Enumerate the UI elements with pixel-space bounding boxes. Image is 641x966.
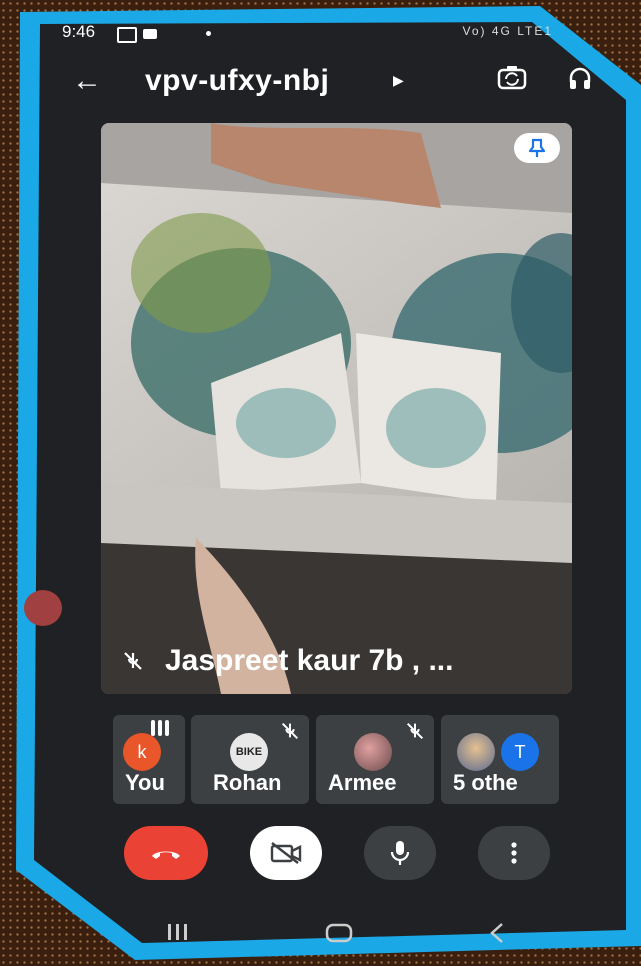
dot-icon: [206, 31, 211, 36]
side-panel-handle[interactable]: [24, 590, 62, 626]
mic-off-icon: [406, 722, 424, 740]
home-icon[interactable]: [325, 922, 353, 944]
avatar: [354, 733, 392, 771]
mic-off-icon: [281, 722, 299, 740]
avatar: k: [123, 733, 161, 771]
participant-tile-others[interactable]: T 5 othe: [441, 715, 559, 804]
speaking-indicator-icon: [151, 720, 169, 736]
end-call-icon: [152, 851, 180, 859]
video-frame: [101, 123, 572, 694]
headphones-icon[interactable]: [568, 64, 592, 92]
avatar: BIKE: [230, 733, 268, 771]
mic-off-icon: [124, 652, 142, 670]
status-indicators: Vo) 4G LTE1: [462, 24, 553, 38]
back-arrow-icon[interactable]: ←: [72, 64, 102, 98]
mic-button[interactable]: [364, 826, 436, 880]
gallery-icon: [117, 27, 137, 43]
avatar: [457, 733, 495, 771]
camera-toggle-button[interactable]: [250, 826, 322, 880]
mic-icon: [390, 841, 410, 865]
participant-tile-armee[interactable]: Armee: [316, 715, 434, 804]
avatar: T: [501, 733, 539, 771]
participant-tile-you[interactable]: k You: [113, 715, 185, 804]
meeting-code[interactable]: vpv-ufxy-nbj: [145, 64, 329, 98]
more-options-button[interactable]: [478, 826, 550, 880]
participant-label: Armee: [328, 770, 397, 795]
participant-name: Jaspreet kaur 7b , ...: [165, 644, 454, 677]
video-notification-icon: [143, 29, 157, 39]
pin-icon: [528, 138, 546, 157]
more-vert-icon: [511, 842, 517, 864]
recent-apps-icon[interactable]: [166, 922, 190, 942]
participant-tile-rohan[interactable]: BIKE Rohan: [191, 715, 309, 804]
camera-off-icon: [270, 842, 302, 864]
pin-button[interactable]: [514, 133, 560, 163]
participant-label: 5 othe: [453, 770, 518, 795]
main-video-tile[interactable]: Jaspreet kaur 7b , ...: [101, 123, 572, 694]
back-nav-icon[interactable]: [488, 922, 506, 944]
status-time: 9:46: [62, 22, 96, 41]
participant-name-row: Jaspreet kaur 7b , ...: [121, 644, 453, 678]
end-call-button[interactable]: [124, 826, 208, 880]
participant-label: Rohan: [213, 770, 282, 795]
participant-label: You: [125, 770, 165, 795]
top-bar: ← vpv-ufxy-nbj ▶: [60, 58, 620, 106]
switch-camera-icon[interactable]: [496, 64, 528, 92]
caret-icon[interactable]: ▶: [393, 72, 404, 89]
